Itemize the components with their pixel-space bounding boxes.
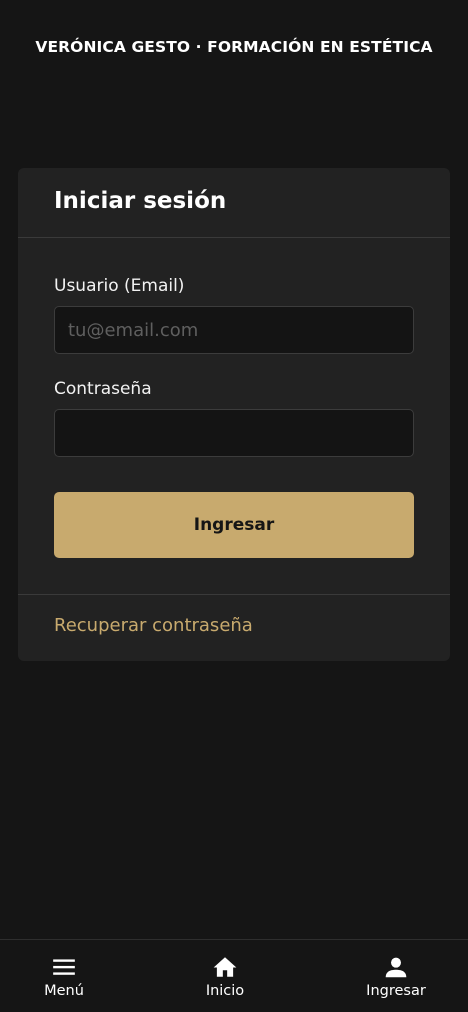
email-input[interactable]: [54, 306, 414, 354]
login-submit-button[interactable]: Ingresar: [54, 492, 414, 558]
login-title: Iniciar sesión: [54, 188, 227, 214]
user-icon: [385, 957, 407, 978]
nav-label-home: Inicio: [205, 983, 245, 999]
site-title: VERÓNICA GESTO · FORMACIÓN EN ESTÉTICA: [35, 38, 433, 56]
home-icon: [213, 957, 237, 977]
nav-item-login[interactable]: Ingresar: [336, 940, 456, 1012]
login-form: Usuario (Email) Contraseña Ingresar: [18, 238, 450, 595]
password-input[interactable]: [54, 409, 414, 457]
page: VERÓNICA GESTO · FORMACIÓN EN ESTÉTICA I…: [0, 0, 468, 1012]
nav-item-home[interactable]: Inicio: [165, 940, 285, 1012]
bottom-nav: Menú Inicio Ingresar: [0, 939, 468, 1012]
menu-icon: [53, 959, 75, 975]
nav-label-menu: Menú: [44, 983, 84, 999]
nav-label-login: Ingresar: [366, 983, 426, 999]
login-card-footer: Recuperar contraseña: [18, 595, 450, 636]
password-label: Contraseña: [54, 379, 152, 399]
recover-password-link[interactable]: Recuperar contraseña: [54, 615, 253, 636]
login-card: Iniciar sesión Usuario (Email) Contraseñ…: [18, 168, 450, 661]
login-card-header: Iniciar sesión: [18, 168, 450, 238]
email-label: Usuario (Email): [54, 276, 185, 296]
nav-item-menu[interactable]: Menú: [4, 940, 124, 1012]
